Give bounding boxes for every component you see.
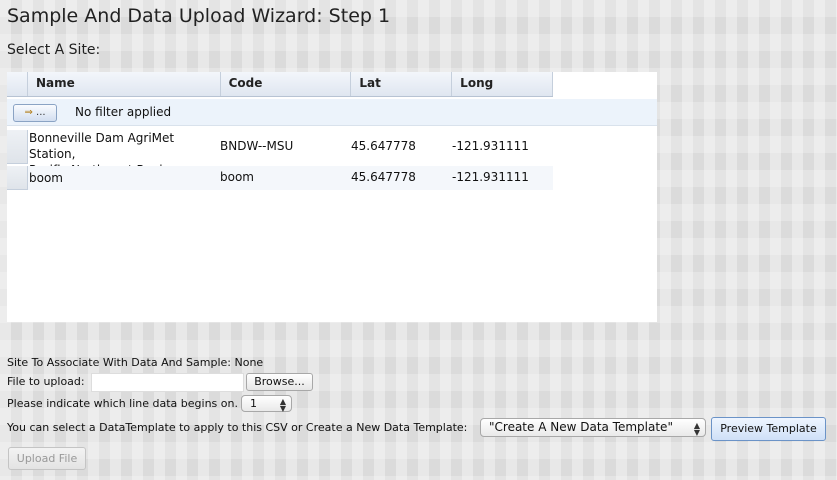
- site-grid: Name Code Lat Long ⇒ ... No filter appli…: [7, 72, 657, 322]
- cell-long: -121.931111: [452, 170, 529, 184]
- cell-code: boom: [220, 170, 254, 184]
- filter-button[interactable]: ⇒ ...: [13, 104, 57, 122]
- start-line-select[interactable]: 1 ▲ ▼: [241, 395, 292, 413]
- cell-name: boom: [29, 171, 63, 185]
- table-row[interactable]: Bonneville Dam AgriMet Station, Pacific …: [7, 130, 553, 177]
- start-line-value: 1: [250, 397, 257, 410]
- grid-header-corner: [7, 72, 28, 96]
- grid-header: Name Code Lat Long: [7, 72, 553, 97]
- cell-long: -121.931111: [452, 139, 529, 153]
- filter-icon: ⇒: [24, 107, 33, 118]
- file-input[interactable]: [91, 373, 244, 392]
- column-header-code[interactable]: Code: [221, 72, 352, 96]
- site-association-text: Site To Associate With Data And Sample: …: [7, 356, 264, 369]
- filter-row: ⇒ ... No filter applied: [7, 99, 657, 126]
- filter-status-text: No filter applied: [75, 105, 172, 119]
- row-selector[interactable]: [7, 166, 28, 190]
- cell-name-line1: Bonneville Dam AgriMet Station,: [29, 131, 175, 161]
- preview-template-button[interactable]: Preview Template: [711, 417, 826, 441]
- select-arrows-icon: ▲ ▼: [693, 421, 700, 437]
- cell-lat: 45.647778: [351, 170, 416, 184]
- start-line-label: Please indicate which line data begins o…: [7, 397, 238, 410]
- column-header-lat[interactable]: Lat: [351, 72, 453, 96]
- browse-button[interactable]: Browse...: [246, 373, 313, 391]
- cell-code: BNDW--MSU: [220, 139, 294, 153]
- column-header-long[interactable]: Long: [452, 72, 553, 96]
- cell-lat: 45.647778: [351, 139, 416, 153]
- select-site-label: Select A Site:: [7, 42, 101, 58]
- template-label: You can select a DataTemplate to apply t…: [7, 421, 468, 434]
- upload-file-button[interactable]: Upload File: [8, 447, 86, 470]
- template-select[interactable]: "Create A New Data Template" ▲ ▼: [480, 418, 706, 437]
- page-title: Sample And Data Upload Wizard: Step 1: [7, 5, 391, 27]
- table-row[interactable]: boom boom 45.647778 -121.931111: [7, 166, 553, 190]
- filter-button-label: ...: [36, 107, 46, 118]
- select-arrows-icon: ▲ ▼: [279, 397, 286, 413]
- row-selector[interactable]: [7, 130, 28, 164]
- column-header-name[interactable]: Name: [28, 72, 221, 96]
- file-upload-label: File to upload:: [7, 375, 85, 388]
- template-select-value: "Create A New Data Template": [489, 420, 673, 434]
